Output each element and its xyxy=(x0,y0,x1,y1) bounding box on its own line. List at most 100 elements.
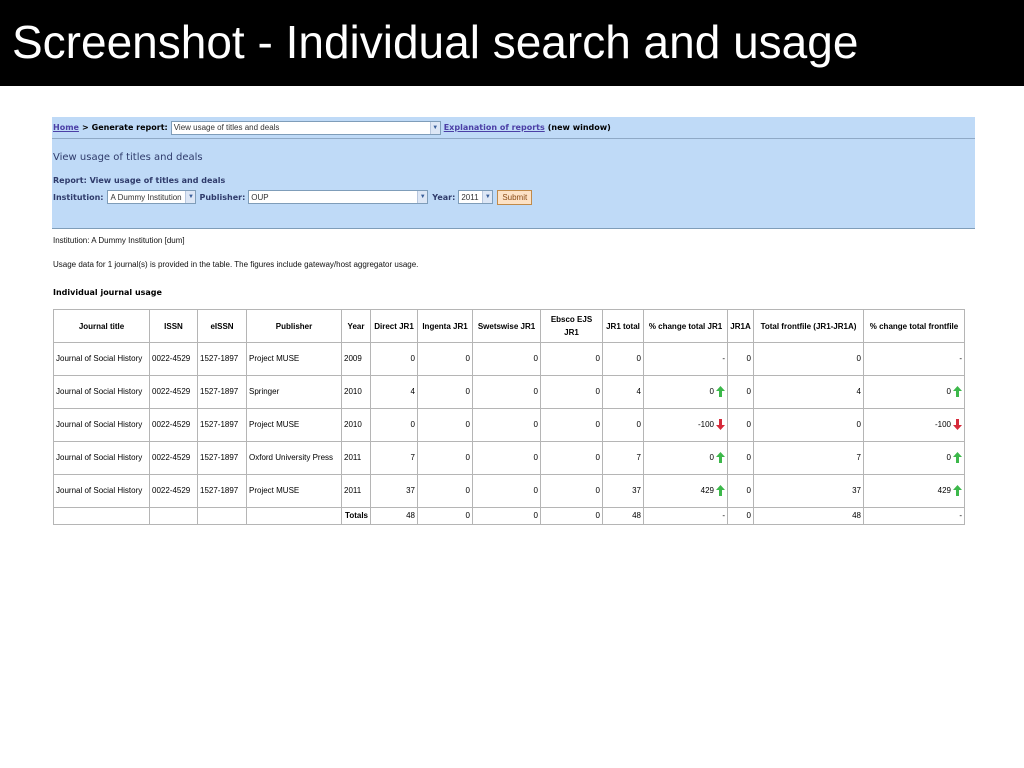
institution-label: Institution: xyxy=(53,192,104,202)
table-row: Journal of Social History 0022-4529 1527-1… xyxy=(53,342,965,376)
year-select[interactable]: 2011 ▼ xyxy=(458,190,494,204)
cell-swetswise-jr1-value: 0 xyxy=(533,486,538,495)
cell-pct-change-jr1-value: - xyxy=(722,354,725,363)
cell-year-value: 2011 xyxy=(344,453,362,462)
cell-year-value: 2011 xyxy=(344,486,362,495)
cell-ebsco-jr1-value: 0 xyxy=(595,354,600,363)
cell-total-frontfile: 4 xyxy=(753,375,864,409)
filter-row: Institution: A Dummy Institution ▼ Publi… xyxy=(53,189,533,205)
institution-select[interactable]: A Dummy Institution ▼ xyxy=(107,190,197,204)
cell-ingenta-jr1: 0 xyxy=(417,474,473,508)
new-window-note: (new window) xyxy=(547,123,611,132)
cell-pct-change-frontfile: -100 xyxy=(863,408,965,442)
cell-eissn-value: 1527-1897 xyxy=(200,486,239,495)
cell-swetswise-jr1: 0 xyxy=(472,441,541,475)
cell-ingenta-jr1-value: 0 xyxy=(465,453,470,462)
cell-pct-change-jr1-value: -100 xyxy=(697,420,714,429)
table-row: Journal of Social History 0022-4529 1527-1… xyxy=(53,441,965,475)
cell-eissn: 1527-1897 xyxy=(197,375,247,409)
year-select-value: 2011 xyxy=(461,192,479,202)
header-jr1a: JR1A xyxy=(727,309,754,343)
cell-eissn-value: 1527-1897 xyxy=(200,354,239,363)
usage-info: Usage data for 1 journal(s) is provided … xyxy=(53,260,419,269)
cell-issn-value: 0022-4529 xyxy=(152,453,191,462)
table-row: Journal of Social History 0022-4529 1527-1… xyxy=(53,474,965,508)
totals-row: Totals 48 0 0 0 48-0 48- xyxy=(53,507,965,525)
cell-swetswise-jr1: 0 xyxy=(472,408,541,442)
cell-eissn: 1527-1897 xyxy=(197,342,247,376)
cell-year: 2009 xyxy=(341,342,371,376)
header-ingenta-jr1: Ingenta JR1 xyxy=(417,309,473,343)
cell-ebsco-jr1: 0 xyxy=(540,342,603,376)
cell-ebsco-jr1: 0 xyxy=(540,441,603,475)
chevron-down-icon: ▼ xyxy=(417,191,428,203)
cell-pct-change-frontfile-value: 429 xyxy=(937,486,951,495)
arrow-down-icon xyxy=(716,419,725,431)
table-row: Journal of Social History 0022-4529 1527-1… xyxy=(53,375,965,409)
year-label: Year: xyxy=(432,192,456,202)
header-pct-change-jr1: % change total JR1 xyxy=(643,309,728,343)
institution-select-value: A Dummy Institution xyxy=(110,192,182,202)
cell-issn: 0022-4529 xyxy=(149,342,198,376)
cell-jr1-total: 7 xyxy=(602,441,644,475)
cell-empty xyxy=(53,507,150,525)
cell-pct-change-jr1: 0 xyxy=(643,375,728,409)
header-journal-title: Journal title xyxy=(53,309,150,343)
report-line: Report: View usage of titles and deals xyxy=(53,176,226,185)
cell-eissn-value: 1527-1897 xyxy=(200,387,239,396)
cell-publisher: Project MUSE xyxy=(246,408,342,442)
cell-ingenta-jr1-value: 0 xyxy=(465,354,470,363)
cell-eissn-value: 1527-1897 xyxy=(200,420,239,429)
total-jr1-total: 48 xyxy=(602,507,644,525)
cell-issn: 0022-4529 xyxy=(149,375,198,409)
cell-jr1a-value: 0 xyxy=(746,420,751,429)
cell-direct-jr1-value: 7 xyxy=(410,453,415,462)
cell-journal-title-value: Journal of Social History xyxy=(56,354,143,363)
cell-journal-title: Journal of Social History xyxy=(53,474,150,508)
cell-direct-jr1-value: 0 xyxy=(410,420,415,429)
report-header-panel: Home > Generate report: View usage of ti… xyxy=(52,117,975,229)
cell-jr1a-value: 0 xyxy=(746,486,751,495)
report-type-select[interactable]: View usage of titles and deals ▼ xyxy=(170,120,441,135)
cell-jr1-total-value: 0 xyxy=(636,354,641,363)
cell-jr1-total-value: 7 xyxy=(636,453,641,462)
cell-publisher-value: Oxford University Press xyxy=(249,453,334,462)
cell-issn-value: 0022-4529 xyxy=(152,486,191,495)
cell-pct-change-frontfile-value: 0 xyxy=(946,387,951,396)
cell-publisher: Oxford University Press xyxy=(246,441,342,475)
cell-issn: 0022-4529 xyxy=(149,474,198,508)
arrow-down-icon xyxy=(953,419,962,431)
cell-journal-title-value: Journal of Social History xyxy=(56,387,143,396)
slide-title: Screenshot - Individual search and usage xyxy=(12,16,859,68)
cell-jr1a: 0 xyxy=(727,375,754,409)
explanation-of-reports-link[interactable]: Explanation of reports xyxy=(444,123,545,132)
cell-swetswise-jr1: 0 xyxy=(472,342,541,376)
cell-year-value: 2010 xyxy=(344,420,362,429)
cell-journal-title: Journal of Social History xyxy=(53,441,150,475)
cell-publisher-value: Project MUSE xyxy=(249,420,300,429)
total-jr1a: 0 xyxy=(727,507,754,525)
cell-pct-change-jr1: 0 xyxy=(643,441,728,475)
cell-year: 2010 xyxy=(341,408,371,442)
publisher-select[interactable]: OUP ▼ xyxy=(248,190,429,204)
cell-direct-jr1-value: 0 xyxy=(410,354,415,363)
cell-total-frontfile-value: 0 xyxy=(856,420,861,429)
cell-publisher: Project MUSE xyxy=(246,474,342,508)
cell-pct-change-frontfile: - xyxy=(863,342,965,376)
home-link[interactable]: Home xyxy=(53,123,79,132)
cell-jr1a-value: 0 xyxy=(746,453,751,462)
cell-ingenta-jr1: 0 xyxy=(417,408,473,442)
submit-button[interactable]: Submit xyxy=(497,189,533,205)
cell-ebsco-jr1: 0 xyxy=(540,375,603,409)
cell-journal-title-value: Journal of Social History xyxy=(56,486,143,495)
cell-pct-change-jr1-value: 0 xyxy=(709,387,714,396)
cell-jr1-total-value: 37 xyxy=(632,486,641,495)
header-year: Year xyxy=(341,309,371,343)
cell-direct-jr1: 0 xyxy=(370,342,418,376)
cell-publisher-value: Project MUSE xyxy=(249,486,300,495)
publisher-label: Publisher: xyxy=(199,192,246,202)
cell-jr1a: 0 xyxy=(727,408,754,442)
cell-jr1a: 0 xyxy=(727,474,754,508)
cell-issn-value: 0022-4529 xyxy=(152,420,191,429)
header-pct-change-frontfile: % change total frontfile xyxy=(863,309,965,343)
